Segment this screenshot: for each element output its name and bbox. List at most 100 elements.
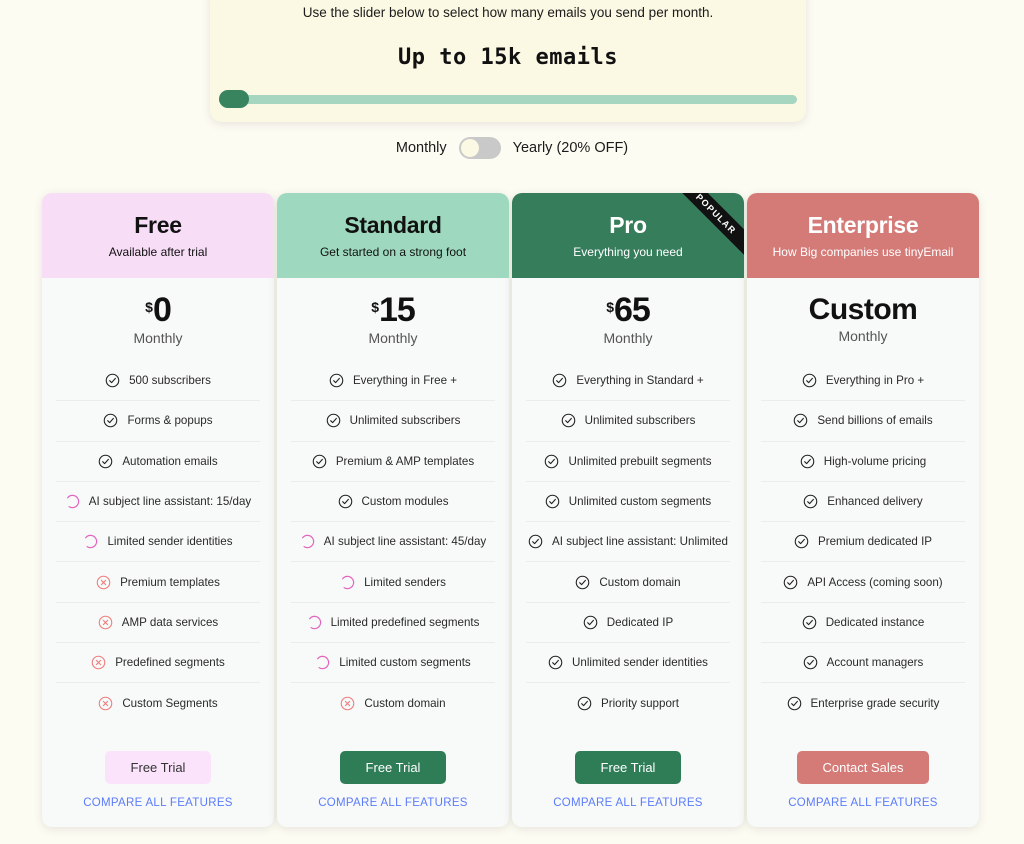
feature-row: Custom Segments bbox=[56, 683, 260, 723]
check-icon bbox=[98, 454, 113, 469]
check-icon bbox=[783, 575, 798, 590]
feature-label: 500 subscribers bbox=[129, 374, 211, 388]
pricing-cards: Free Available after trial $0 Monthly 500 su… bbox=[42, 193, 979, 827]
check-icon bbox=[545, 494, 560, 509]
partial-icon bbox=[340, 575, 355, 590]
slider-value-label: Up to 15k emails bbox=[398, 45, 618, 70]
cross-icon bbox=[340, 696, 355, 711]
check-icon bbox=[312, 454, 327, 469]
feature-label: Custom domain bbox=[364, 697, 446, 711]
billing-yearly-label[interactable]: Yearly (20% OFF) bbox=[513, 140, 629, 156]
plan-name: Pro bbox=[609, 212, 647, 238]
cta-button-pro[interactable]: Free Trial bbox=[574, 751, 682, 784]
cross-icon bbox=[96, 575, 111, 590]
feature-label: Account managers bbox=[826, 656, 924, 670]
cross-icon bbox=[98, 615, 113, 630]
feature-label: Premium templates bbox=[120, 575, 220, 589]
feature-label: Limited custom segments bbox=[339, 656, 471, 670]
check-icon bbox=[802, 373, 817, 388]
feature-row: AMP data services bbox=[56, 603, 260, 644]
email-volume-panel: Use the slider below to select how many … bbox=[210, 0, 806, 122]
billing-period-toggle[interactable] bbox=[458, 137, 501, 159]
cta-button-enterprise[interactable]: Contact Sales bbox=[796, 751, 930, 784]
plan-name: Free bbox=[134, 212, 182, 238]
partial-icon bbox=[83, 534, 98, 549]
feature-row: Unlimited custom segments bbox=[526, 482, 730, 523]
feature-label: Everything in Pro + bbox=[825, 374, 925, 388]
check-icon bbox=[105, 373, 120, 388]
feature-list: Everything in Free + Unlimited subscriber… bbox=[277, 361, 509, 741]
check-icon bbox=[583, 615, 598, 630]
feature-label: Forms & popups bbox=[127, 414, 213, 428]
feature-list: 500 subscribers Forms & popups Automation … bbox=[42, 361, 274, 741]
partial-icon bbox=[65, 494, 80, 509]
check-icon bbox=[800, 454, 815, 469]
check-icon bbox=[577, 696, 592, 711]
plan-name: Enterprise bbox=[807, 212, 919, 238]
compare-all-features-link[interactable]: COMPARE ALL FEATURES bbox=[83, 797, 233, 809]
feature-label: Custom domain bbox=[599, 575, 681, 589]
email-volume-slider-handle[interactable] bbox=[219, 90, 249, 108]
feature-row: High-volume pricing bbox=[761, 442, 965, 482]
check-icon bbox=[575, 575, 590, 590]
feature-row: AI subject line assistant: 45/day bbox=[291, 522, 495, 563]
plan-tagline: Get started on a strong foot bbox=[319, 245, 467, 259]
feature-label: High-volume pricing bbox=[823, 454, 927, 468]
check-icon bbox=[329, 373, 344, 388]
feature-row: Enhanced delivery bbox=[761, 482, 965, 523]
card-footer: Free Trial COMPARE ALL FEATURES bbox=[277, 741, 509, 827]
check-icon bbox=[803, 655, 818, 670]
feature-label: Unlimited subscribers bbox=[584, 414, 696, 428]
feature-row: Priority support bbox=[526, 683, 730, 723]
feature-label: Premium & AMP templates bbox=[335, 454, 475, 468]
feature-row: Limited senders bbox=[291, 562, 495, 603]
feature-label: Everything in Free + bbox=[352, 374, 458, 388]
pricing-card-enterprise: Enterprise How Big companies use tinyEmai… bbox=[747, 193, 979, 827]
check-icon bbox=[794, 534, 809, 549]
feature-row: Unlimited prebuilt segments bbox=[526, 442, 730, 482]
feature-label: AI subject line assistant: 15/day bbox=[88, 495, 252, 509]
feature-label: Unlimited subscribers bbox=[349, 414, 461, 428]
feature-row: API Access (coming soon) bbox=[761, 562, 965, 603]
feature-label: Limited sender identities bbox=[107, 535, 233, 549]
feature-row: Account managers bbox=[761, 643, 965, 684]
feature-row: AI subject line assistant: Unlimited bbox=[526, 522, 730, 563]
billing-monthly-label[interactable]: Monthly bbox=[396, 140, 447, 156]
price-period: Monthly bbox=[838, 328, 888, 344]
feature-label: Enterprise grade security bbox=[810, 697, 940, 711]
price-block: Custom Monthly bbox=[747, 278, 979, 361]
email-volume-slider-track[interactable] bbox=[219, 95, 797, 104]
compare-all-features-link[interactable]: COMPARE ALL FEATURES bbox=[788, 797, 938, 809]
feature-row: Predefined segments bbox=[56, 643, 260, 684]
feature-row: Everything in Pro + bbox=[761, 361, 965, 402]
cta-button-free[interactable]: Free Trial bbox=[104, 751, 212, 784]
feature-row: Send billions of emails bbox=[761, 401, 965, 442]
feature-row: Forms & popups bbox=[56, 401, 260, 442]
feature-label: Predefined segments bbox=[115, 656, 225, 670]
compare-all-features-link[interactable]: COMPARE ALL FEATURES bbox=[318, 797, 468, 809]
feature-label: Send billions of emails bbox=[817, 414, 933, 428]
feature-row: Unlimited subscribers bbox=[526, 401, 730, 442]
price-block: $65 Monthly bbox=[512, 278, 744, 361]
check-icon bbox=[552, 373, 567, 388]
price-amount: 0 bbox=[152, 291, 172, 329]
card-footer: Free Trial COMPARE ALL FEATURES bbox=[512, 741, 744, 827]
partial-icon bbox=[300, 534, 315, 549]
price-amount: Custom bbox=[808, 293, 918, 326]
feature-label: AI subject line assistant: Unlimited bbox=[552, 535, 728, 549]
check-icon bbox=[793, 413, 808, 428]
feature-row: Limited predefined segments bbox=[291, 603, 495, 644]
partial-icon bbox=[315, 655, 330, 670]
feature-label: Custom Segments bbox=[122, 697, 218, 711]
compare-all-features-link[interactable]: COMPARE ALL FEATURES bbox=[553, 797, 703, 809]
plan-name: Standard bbox=[344, 212, 442, 238]
cta-button-standard[interactable]: Free Trial bbox=[339, 751, 447, 784]
feature-label: Automation emails bbox=[122, 454, 218, 468]
cross-icon bbox=[98, 696, 113, 711]
feature-label: AI subject line assistant: 45/day bbox=[323, 535, 487, 549]
card-footer: Contact Sales COMPARE ALL FEATURES bbox=[747, 741, 979, 827]
feature-label: API Access (coming soon) bbox=[807, 575, 943, 589]
feature-row: Premium templates bbox=[56, 562, 260, 603]
check-icon bbox=[103, 413, 118, 428]
check-icon bbox=[338, 494, 353, 509]
